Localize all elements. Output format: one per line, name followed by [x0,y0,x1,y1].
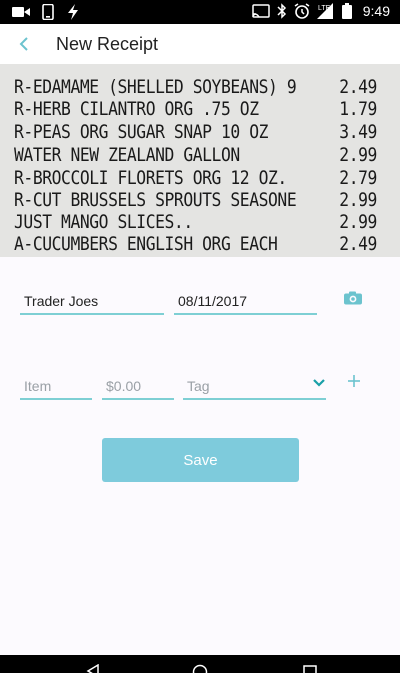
camera-icon [344,291,362,305]
phone-icon [42,4,54,20]
receipt-line: R-BROCCOLI FLORETS ORG 12 OZ. 2.79 [14,167,377,189]
receipt-line: R-PEAS ORG SUGAR SNAP 10 OZ 3.49 [14,121,377,143]
video-camera-icon [12,7,30,17]
receipt-item-desc: R-EDAMAME (SHELLED SOYBEANS) 9 [14,76,297,98]
chevron-down-icon [313,379,325,387]
flash-icon [68,4,78,20]
receipt-line: R-CUT BRUSSELS SPROUTS SEASONE 2.99 [14,189,377,211]
bluetooth-icon [277,3,286,19]
receipt-item-desc: A-CUCUMBERS ENGLISH ORG EACH [14,233,278,255]
receipt-item-desc: R-PEAS ORG SUGAR SNAP 10 OZ [14,121,269,143]
status-bar: LTE 9:49 [0,0,400,24]
alarm-icon [294,3,310,19]
add-item-button[interactable] [347,374,363,390]
receipt-item-price: 2.49 [339,233,377,255]
nav-bar [0,655,400,673]
store-field[interactable] [20,289,164,313]
network-label: LTE [318,5,331,12]
status-bar-right: LTE 9:49 [252,3,390,19]
receipt-item-desc: R-HERB CILANTRO ORG .75 OZ [14,98,259,120]
receipt-item-price: 2.49 [339,76,377,98]
tag-field-wrapper [183,374,326,400]
back-button[interactable] [12,32,36,56]
store-field-wrapper [20,289,164,315]
status-time: 9:49 [362,3,390,19]
item-field[interactable] [20,374,92,398]
item-field-wrapper [20,374,92,400]
receipt-item-desc: R-BROCCOLI FLORETS ORG 12 OZ. [14,167,287,189]
app-bar: New Receipt [0,24,400,64]
amount-field-wrapper [102,374,174,400]
date-field[interactable] [174,289,317,313]
receipt-item-price: 2.99 [339,189,377,211]
receipt-form: Save [0,257,400,655]
status-bar-left [12,4,80,20]
page-title: New Receipt [56,34,159,54]
date-field-wrapper [174,289,317,315]
receipt-line: R-EDAMAME (SHELLED SOYBEANS) 9 2.49 [14,76,377,98]
receipt-item-price: 2.99 [339,211,377,233]
battery-icon [341,3,352,19]
camera-button[interactable] [344,291,368,313]
recents-nav-icon[interactable] [303,665,317,673]
amount-field[interactable] [102,374,174,398]
receipt-item-price: 2.79 [339,167,377,189]
tag-dropdown-button[interactable] [312,375,328,391]
cast-icon [252,4,270,18]
receipt-item-price: 1.79 [339,98,377,120]
save-button[interactable]: Save [102,438,299,482]
receipt-item-price: 3.49 [339,121,377,143]
receipt-item-desc: WATER NEW ZEALAND GALLON [14,144,240,166]
plus-icon [348,375,360,387]
tag-select[interactable] [183,374,326,398]
receipt-line: R-HERB CILANTRO ORG .75 OZ 1.79 [14,98,377,120]
receipt-line: JUST MANGO SLICES.. 2.99 [14,211,377,233]
receipt-item-desc: R-CUT BRUSSELS SPROUTS SEASONE [14,189,297,211]
back-nav-icon[interactable] [86,664,100,673]
signal-lte-icon: LTE [316,3,333,19]
receipt-line: A-CUCUMBERS ENGLISH ORG EACH 2.49 [14,233,377,255]
home-nav-icon[interactable] [192,664,208,673]
receipt-photo: R-EDAMAME (SHELLED SOYBEANS) 9 2.49 R-HE… [0,64,400,257]
receipt-item-desc: JUST MANGO SLICES.. [14,211,193,233]
receipt-line: WATER NEW ZEALAND GALLON 2.99 [14,144,377,166]
receipt-item-price: 2.99 [339,144,377,166]
chevron-left-icon [19,37,28,51]
